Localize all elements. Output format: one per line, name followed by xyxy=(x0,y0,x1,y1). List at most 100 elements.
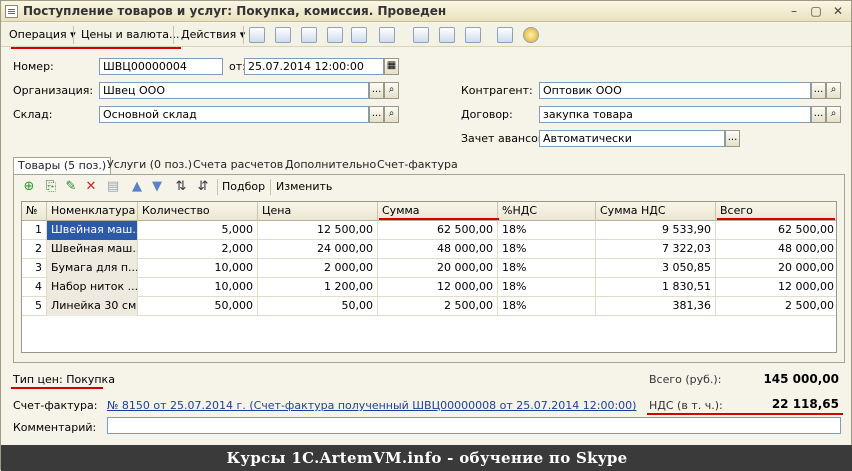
delete-row-icon[interactable]: ✕ xyxy=(84,180,98,194)
unpost-document-icon[interactable] xyxy=(351,27,367,43)
tab-invoice[interactable]: Счет-фактура xyxy=(373,157,462,175)
comment-field[interactable] xyxy=(107,417,841,434)
operation-menu-button[interactable]: Операция ▾ xyxy=(5,26,80,44)
move-up-icon[interactable]: ▲ xyxy=(130,180,144,194)
row-nomenclature[interactable]: Швейная маш... xyxy=(47,240,138,259)
row-number[interactable]: 3 xyxy=(22,259,47,278)
invoice-link[interactable]: № 8150 от 25.07.2014 г. (Счет-фактура по… xyxy=(107,399,636,412)
refresh-icon[interactable] xyxy=(275,27,291,43)
settings-icon[interactable] xyxy=(465,27,481,43)
row-total[interactable]: 62 500,00 xyxy=(716,221,836,240)
row-total[interactable]: 48 000,00 xyxy=(716,240,836,259)
tab-services[interactable]: Услуги (0 поз.) xyxy=(103,157,196,175)
minimize-icon[interactable]: – xyxy=(787,4,801,18)
row-price[interactable]: 1 200,00 xyxy=(258,278,378,297)
sort-descending-icon[interactable]: ⇵ xyxy=(196,180,210,194)
organization-field[interactable]: Швец ООО xyxy=(99,82,369,99)
row-number[interactable]: 2 xyxy=(22,240,47,259)
col-number[interactable]: № xyxy=(22,202,47,221)
row-amount[interactable]: 20 000,00 xyxy=(378,259,498,278)
row-quantity[interactable]: 2,000 xyxy=(138,240,258,259)
row-price[interactable]: 2 000,00 xyxy=(258,259,378,278)
table-row[interactable]: 2 Швейная маш... 2,000 24 000,00 48 000,00 18… xyxy=(22,240,836,259)
table-row[interactable]: 1 Швейная маш... 5,000 12 500,00 62 500,00 18… xyxy=(22,221,836,240)
open-search-icon[interactable]: ⌕ xyxy=(826,106,841,123)
prices-currency-button[interactable]: Цены и валюта... xyxy=(77,26,183,44)
row-vat-amount[interactable]: 9 533,90 xyxy=(596,221,716,240)
row-total[interactable]: 2 500,00 xyxy=(716,297,836,316)
save-document-icon[interactable] xyxy=(327,27,343,43)
select-ellipsis-icon[interactable]: ... xyxy=(369,106,384,123)
row-vat-amount[interactable]: 3 050,85 xyxy=(596,259,716,278)
row-total[interactable]: 20 000,00 xyxy=(716,259,836,278)
row-nomenclature[interactable]: Бумага для п... xyxy=(47,259,138,278)
row-amount[interactable]: 62 500,00 xyxy=(378,221,498,240)
row-price[interactable]: 24 000,00 xyxy=(258,240,378,259)
row-quantity[interactable]: 10,000 xyxy=(138,278,258,297)
edit-row-icon[interactable]: ✎ xyxy=(64,180,78,194)
row-nomenclature[interactable]: Набор ниток ... xyxy=(47,278,138,297)
structure-icon[interactable] xyxy=(439,27,455,43)
row-vat-rate[interactable]: 18% xyxy=(498,297,596,316)
col-nomenclature[interactable]: Номенклатура xyxy=(47,202,138,221)
move-down-icon[interactable]: ▼ xyxy=(150,180,164,194)
counterparty-field[interactable]: Оптовик ООО xyxy=(539,82,811,99)
row-number[interactable]: 5 xyxy=(22,297,47,316)
close-icon[interactable]: ✕ xyxy=(831,4,845,18)
tab-accounts[interactable]: Счета расчетов xyxy=(189,157,287,175)
help-icon[interactable] xyxy=(523,27,539,43)
row-vat-amount[interactable]: 381,36 xyxy=(596,297,716,316)
finish-edit-icon[interactable]: ▤ xyxy=(106,180,120,194)
open-search-icon[interactable]: ⌕ xyxy=(384,106,399,123)
select-ellipsis-icon[interactable]: ... xyxy=(725,130,740,147)
row-amount[interactable]: 12 000,00 xyxy=(378,278,498,297)
change-button[interactable]: Изменить xyxy=(276,180,332,193)
row-vat-amount[interactable]: 1 830,51 xyxy=(596,278,716,297)
selection-button[interactable]: Подбор xyxy=(222,180,265,193)
warehouse-field[interactable]: Основной склад xyxy=(99,106,369,123)
col-vat-amount[interactable]: Сумма НДС xyxy=(596,202,716,221)
maximize-icon[interactable]: ▢ xyxy=(809,4,823,18)
row-amount[interactable]: 48 000,00 xyxy=(378,240,498,259)
row-price[interactable]: 50,00 xyxy=(258,297,378,316)
row-quantity[interactable]: 5,000 xyxy=(138,221,258,240)
row-vat-rate[interactable]: 18% xyxy=(498,240,596,259)
col-price[interactable]: Цена xyxy=(258,202,378,221)
row-nomenclature[interactable]: Швейная маш... xyxy=(47,221,138,240)
add-row-icon[interactable]: ⊕ xyxy=(22,180,36,194)
debit-credit-icon[interactable] xyxy=(413,27,429,43)
open-search-icon[interactable]: ⌕ xyxy=(384,82,399,99)
row-nomenclature[interactable]: Линейка 30 см xyxy=(47,297,138,316)
tab-additional[interactable]: Дополнительно xyxy=(281,157,380,175)
row-amount[interactable]: 2 500,00 xyxy=(378,297,498,316)
table-row[interactable]: 3 Бумага для п... 10,000 2 000,00 20 000,00 1… xyxy=(22,259,836,278)
row-quantity[interactable]: 10,000 xyxy=(138,259,258,278)
row-vat-rate[interactable]: 18% xyxy=(498,278,596,297)
table-row[interactable]: 4 Набор ниток ... 10,000 1 200,00 12 000,00 1… xyxy=(22,278,836,297)
actions-menu-button[interactable]: Действия ▾ xyxy=(177,26,249,44)
row-vat-rate[interactable]: 18% xyxy=(498,259,596,278)
row-number[interactable]: 1 xyxy=(22,221,47,240)
select-ellipsis-icon[interactable]: ... xyxy=(811,82,826,99)
contract-field[interactable]: закупка товара xyxy=(539,106,811,123)
row-vat-amount[interactable]: 7 322,03 xyxy=(596,240,716,259)
sort-ascending-icon[interactable]: ⇅ xyxy=(174,180,188,194)
col-vat-rate[interactable]: %НДС xyxy=(498,202,596,221)
table-row[interactable]: 5 Линейка 30 см 50,000 50,00 2 500,00 18% 381,… xyxy=(22,297,836,316)
tree-icon[interactable] xyxy=(497,27,513,43)
select-ellipsis-icon[interactable]: ... xyxy=(811,106,826,123)
calendar-icon[interactable]: ▦ xyxy=(384,58,399,75)
advance-field[interactable]: Автоматически xyxy=(539,130,725,147)
number-field[interactable]: ШВЦ00000004 xyxy=(99,58,223,75)
price-type-label[interactable]: Тип цен: Покупка xyxy=(13,373,115,386)
open-search-icon[interactable]: ⌕ xyxy=(826,82,841,99)
col-quantity[interactable]: Количество xyxy=(138,202,258,221)
row-number[interactable]: 4 xyxy=(22,278,47,297)
copy-row-icon[interactable]: ⎘ xyxy=(44,180,58,194)
date-field[interactable]: 25.07.2014 12:00:00 xyxy=(244,58,384,75)
select-ellipsis-icon[interactable]: ... xyxy=(369,82,384,99)
enter-based-on-icon[interactable] xyxy=(379,27,395,43)
row-quantity[interactable]: 50,000 xyxy=(138,297,258,316)
row-total[interactable]: 12 000,00 xyxy=(716,278,836,297)
post-document-icon[interactable] xyxy=(249,27,265,43)
